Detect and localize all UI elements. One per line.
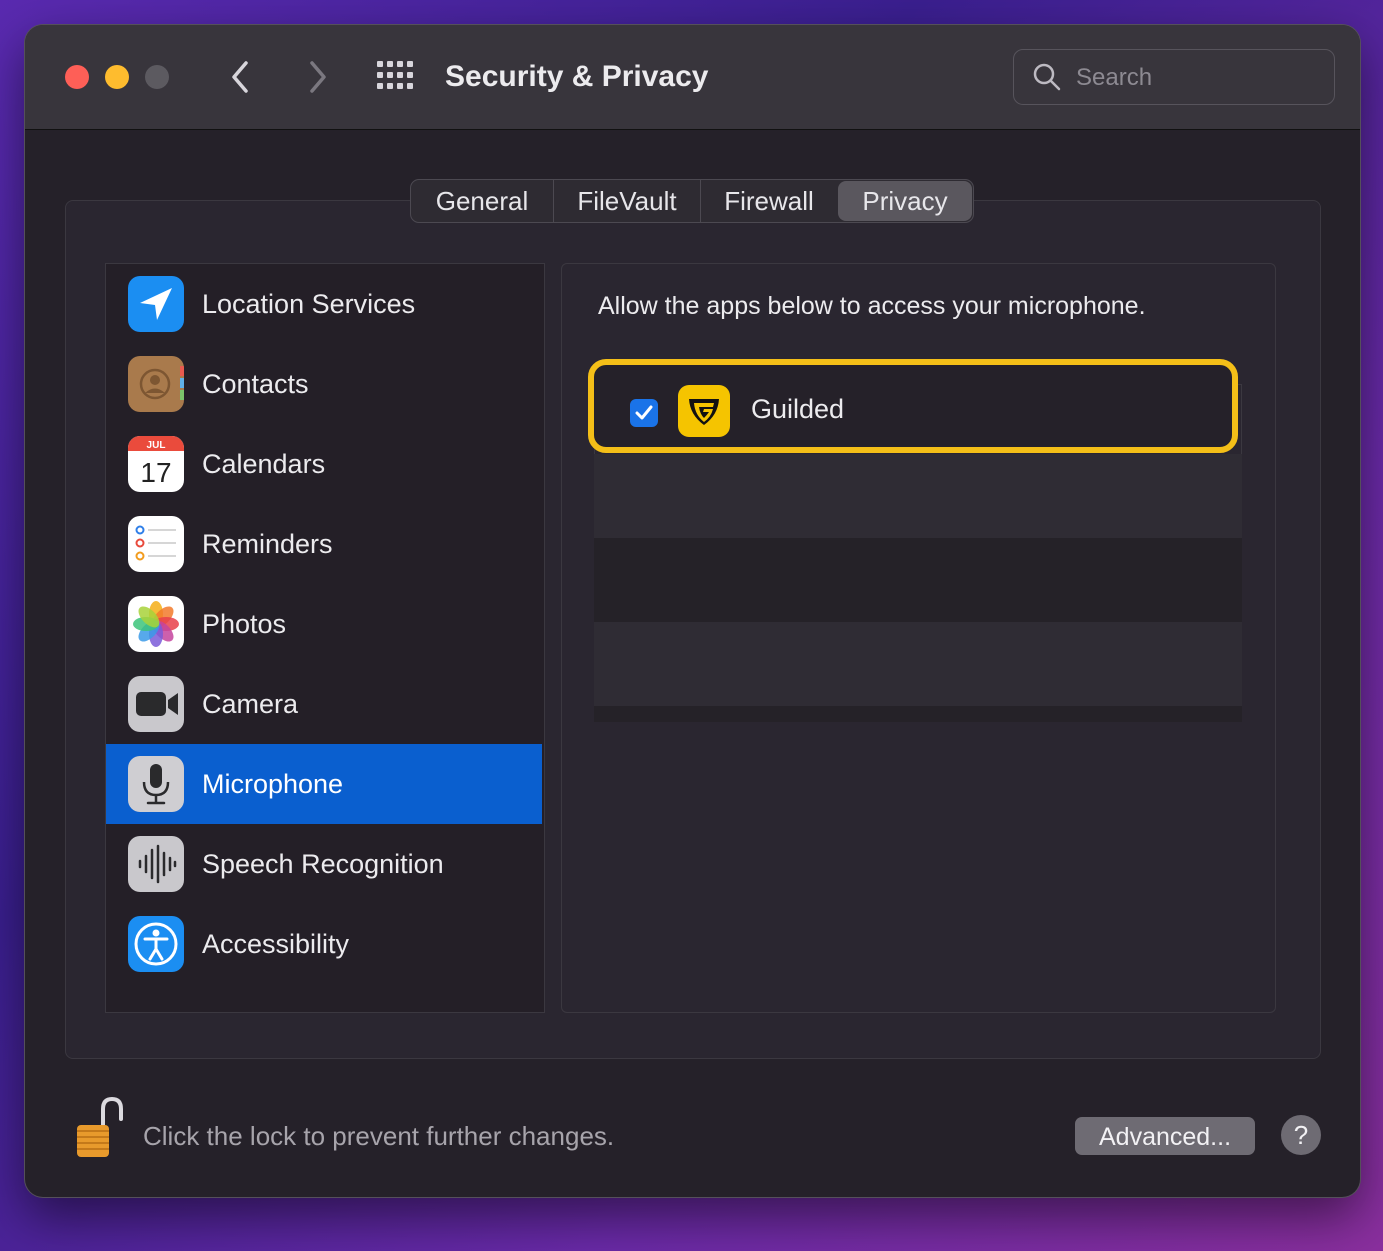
checkmark-icon bbox=[635, 405, 653, 420]
sidebar-item-location-services[interactable]: Location Services bbox=[106, 264, 542, 344]
title-bar: Security & Privacy bbox=[25, 25, 1360, 130]
close-window-button[interactable] bbox=[65, 65, 89, 89]
sidebar-item-accessibility[interactable]: Accessibility bbox=[106, 904, 542, 984]
app-list-empty-rows bbox=[594, 454, 1242, 722]
back-button[interactable] bbox=[221, 57, 261, 97]
microphone-permissions-pane: Allow the apps below to access your micr… bbox=[561, 263, 1276, 1013]
permission-prompt: Allow the apps below to access your micr… bbox=[598, 292, 1146, 320]
list-item bbox=[594, 706, 1242, 722]
contacts-icon bbox=[128, 356, 184, 412]
sidebar-item-label: Photos bbox=[202, 609, 287, 639]
camera-icon bbox=[128, 676, 184, 732]
sidebar-item-photos[interactable]: Photos bbox=[106, 584, 542, 664]
reminders-icon bbox=[128, 516, 184, 572]
sidebar-item-label: Contacts bbox=[202, 369, 309, 399]
calendar-day: 17 bbox=[140, 457, 171, 488]
search-field[interactable] bbox=[1013, 49, 1335, 105]
app-row-guilded[interactable]: Guilded bbox=[588, 359, 1238, 453]
calendar-icon: JUL 17 bbox=[128, 436, 184, 492]
tab-filevault[interactable]: FileVault bbox=[553, 180, 700, 222]
calendar-month: JUL bbox=[147, 440, 166, 451]
tab-privacy[interactable]: Privacy bbox=[838, 181, 972, 221]
window-title: Security & Privacy bbox=[445, 60, 709, 93]
list-item bbox=[594, 454, 1242, 538]
zoom-window-button[interactable] bbox=[145, 65, 169, 89]
sidebar-item-label: Camera bbox=[202, 689, 299, 719]
photos-icon bbox=[128, 596, 184, 652]
advanced-button[interactable]: Advanced... bbox=[1075, 1117, 1255, 1155]
location-arrow-icon bbox=[128, 276, 184, 332]
guilded-checkbox[interactable] bbox=[630, 399, 658, 427]
chevron-left-icon bbox=[232, 61, 248, 93]
tab-firewall[interactable]: Firewall bbox=[700, 180, 837, 222]
search-input[interactable] bbox=[1074, 60, 1318, 96]
tab-general[interactable]: General bbox=[411, 180, 553, 222]
list-item bbox=[594, 538, 1242, 622]
sidebar-item-contacts[interactable]: Contacts bbox=[106, 344, 542, 424]
preferences-window: Security & Privacy General FileVault Fir… bbox=[25, 25, 1360, 1197]
accessibility-icon bbox=[128, 916, 184, 972]
app-name: Guilded bbox=[751, 394, 845, 424]
sidebar-item-label: Calendars bbox=[202, 449, 326, 479]
microphone-icon bbox=[128, 756, 184, 812]
forward-button[interactable] bbox=[297, 57, 337, 97]
sidebar-item-label: Reminders bbox=[202, 529, 333, 559]
chevron-right-icon bbox=[310, 61, 326, 93]
lock-status-text: Click the lock to prevent further change… bbox=[143, 1121, 615, 1151]
sidebar-item-camera[interactable]: Camera bbox=[106, 664, 542, 744]
show-all-grid-icon[interactable] bbox=[377, 61, 413, 91]
search-icon bbox=[1033, 63, 1061, 91]
help-button[interactable]: ? bbox=[1281, 1115, 1321, 1155]
sidebar-item-microphone[interactable]: Microphone bbox=[106, 744, 542, 824]
tab-bar: General FileVault Firewall Privacy bbox=[410, 179, 974, 223]
speech-waveform-icon bbox=[128, 836, 184, 892]
list-item bbox=[594, 622, 1242, 706]
sidebar-item-calendars[interactable]: JUL 17 Calendars bbox=[106, 424, 542, 504]
lock-icon[interactable] bbox=[73, 1093, 125, 1161]
sidebar-item-speech-recognition[interactable]: Speech Recognition bbox=[106, 824, 542, 904]
privacy-category-list: Location Services Contacts JUL 17 Calend… bbox=[105, 263, 545, 1013]
sidebar-item-label: Microphone bbox=[202, 769, 344, 799]
sidebar-item-label: Location Services bbox=[202, 289, 416, 319]
minimize-window-button[interactable] bbox=[105, 65, 129, 89]
sidebar-item-label: Accessibility bbox=[202, 929, 350, 959]
sidebar-item-label: Speech Recognition bbox=[202, 849, 444, 879]
guilded-icon bbox=[678, 385, 730, 437]
sidebar-item-reminders[interactable]: Reminders bbox=[106, 504, 542, 584]
